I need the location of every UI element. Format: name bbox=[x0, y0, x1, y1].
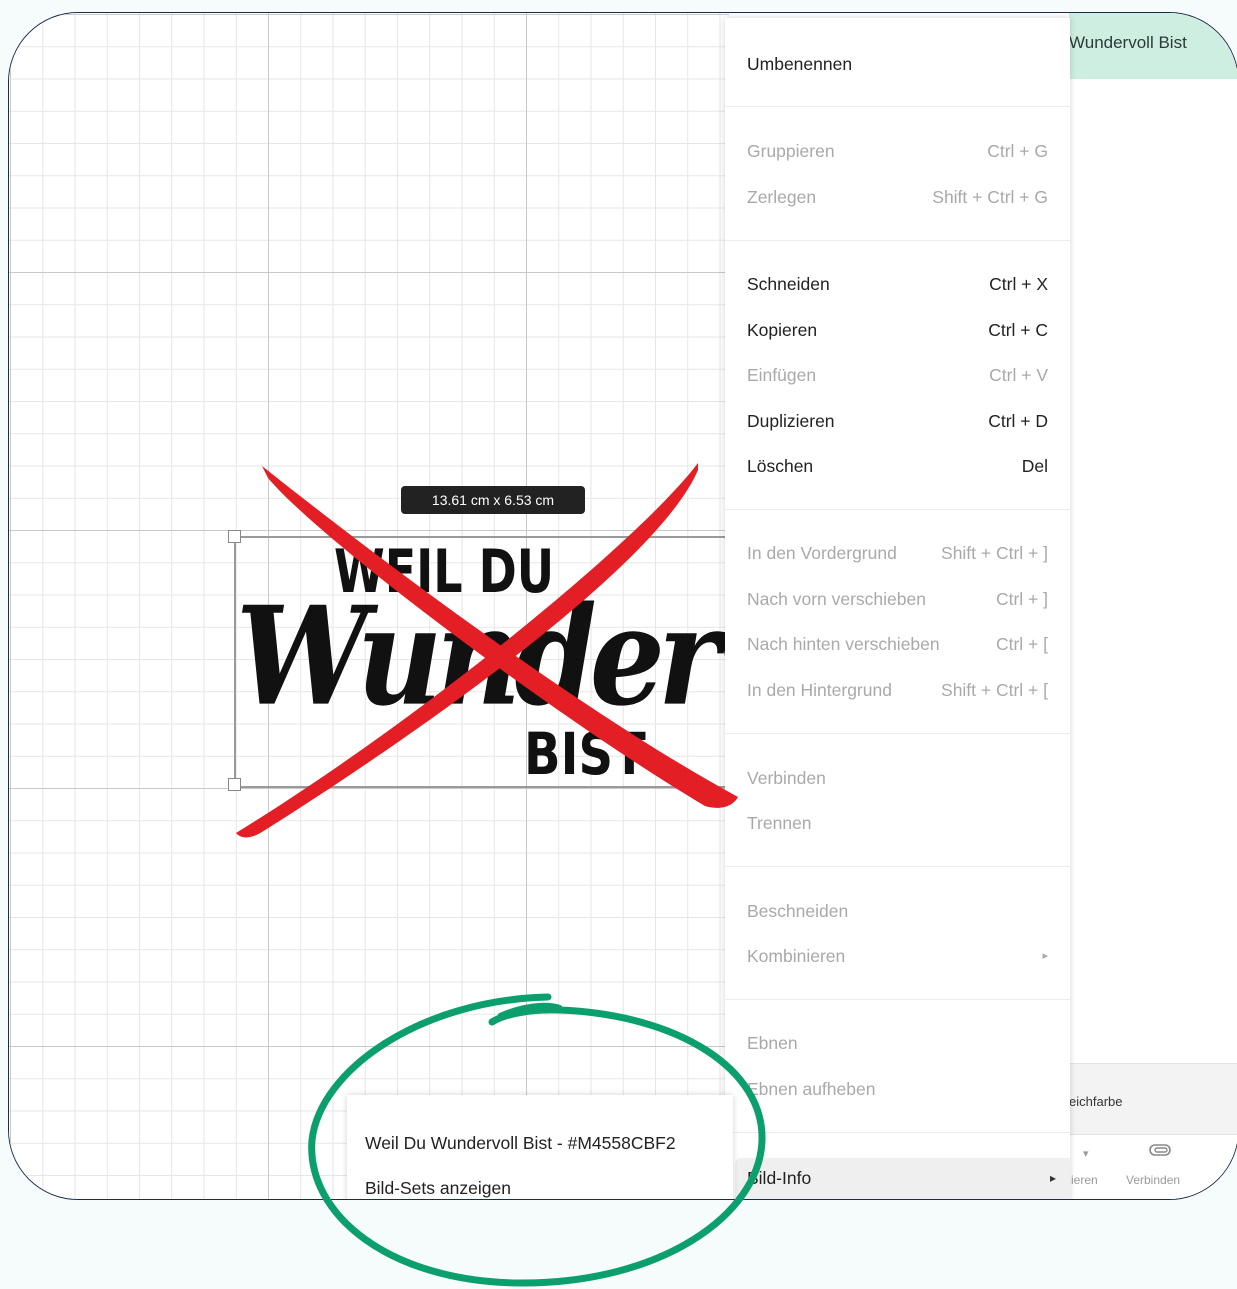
menu-divider bbox=[725, 999, 1070, 1000]
app-window: 13.61 cm x 6.53 cm WEIL DU Wundervoll BI… bbox=[8, 12, 1237, 1200]
layers-panel: Wundervoll Bist eichfarbe ▾ ieren Verbin… bbox=[1069, 13, 1237, 1199]
menu-divider bbox=[725, 106, 1070, 107]
menu-item-shortcut: Ctrl + [ bbox=[995, 634, 1048, 654]
chevron-right-icon: ▸ bbox=[1042, 950, 1048, 962]
menu-item-label: Kopieren bbox=[747, 320, 818, 340]
design-line-bottom: BIST bbox=[524, 721, 646, 784]
menu-item-shortcut: Shift + Ctrl + [ bbox=[941, 680, 1048, 700]
menu-item-ebnen-aufheben[interactable]: Ebnen aufheben bbox=[747, 1074, 1048, 1104]
size-tooltip: 13.61 cm x 6.53 cm bbox=[401, 486, 585, 514]
menu-item-shortcut: Del bbox=[1021, 456, 1048, 476]
menu-item-label: Schneiden bbox=[747, 274, 830, 294]
menu-divider bbox=[725, 240, 1070, 241]
context-menu: Umbenennen Gruppieren Ctrl + G Zerlegen Sh… bbox=[725, 18, 1070, 1199]
menu-item-shortcut: Ctrl + G bbox=[987, 141, 1048, 161]
menu-item-beschneiden[interactable]: Beschneiden bbox=[747, 896, 1048, 926]
menu-item-label: Kombinieren bbox=[747, 946, 846, 966]
menu-item-label: Umbenennen bbox=[747, 54, 853, 74]
chevron-down-icon[interactable]: ▾ bbox=[1083, 1147, 1089, 1160]
menu-item-hintergrund[interactable]: In den Hintergrund Shift + Ctrl + [ bbox=[747, 675, 1048, 705]
menu-item-label: Duplizieren bbox=[747, 411, 835, 431]
menu-item-verbinden[interactable]: Verbinden bbox=[747, 763, 1048, 793]
menu-divider bbox=[725, 866, 1070, 867]
design-image[interactable]: WEIL DU Wundervoll BIST bbox=[234, 536, 729, 784]
menu-item-schneiden[interactable]: Schneiden Ctrl + X bbox=[747, 269, 1048, 299]
menu-item-shortcut: Ctrl + ] bbox=[995, 589, 1048, 609]
menu-item-kopieren[interactable]: Kopieren Ctrl + C bbox=[747, 315, 1048, 345]
menu-item-zerlegen[interactable]: Zerlegen Shift + Ctrl + G bbox=[747, 182, 1048, 212]
menu-item-ebnen[interactable]: Ebnen bbox=[747, 1028, 1048, 1058]
menu-item-shortcut: Ctrl + D bbox=[988, 411, 1048, 431]
panel-footer: eichfarbe ▾ ieren Verbinden bbox=[1069, 1063, 1237, 1199]
menu-item-einfuegen[interactable]: Einfügen Ctrl + V bbox=[747, 360, 1048, 390]
bild-info-submenu: Weil Du Wundervoll Bist - #M4558CBF2 Bil… bbox=[347, 1095, 733, 1199]
menu-divider bbox=[725, 733, 1070, 734]
menu-item-label: Löschen bbox=[747, 456, 814, 476]
attach-icon[interactable] bbox=[1149, 1143, 1171, 1160]
menu-item-shortcut: Ctrl + C bbox=[988, 320, 1048, 340]
menu-item-umbenennen[interactable]: Umbenennen bbox=[747, 49, 1048, 79]
menu-item-loeschen[interactable]: Löschen Del bbox=[747, 451, 1048, 481]
menu-divider bbox=[725, 1132, 1070, 1133]
menu-item-nach-hinten[interactable]: Nach hinten verschieben Ctrl + [ bbox=[747, 629, 1048, 659]
menu-item-label: Nach vorn verschieben bbox=[747, 589, 926, 609]
design-line-main: Wundervoll bbox=[236, 576, 729, 736]
menu-item-label: Bild-Info bbox=[747, 1168, 812, 1188]
menu-item-label: Zerlegen bbox=[747, 187, 817, 207]
fill-color-label: eichfarbe bbox=[1069, 1094, 1123, 1109]
tool-label-ieren[interactable]: ieren bbox=[1071, 1173, 1098, 1187]
menu-item-nach-vorn[interactable]: Nach vorn verschieben Ctrl + ] bbox=[747, 584, 1048, 614]
chevron-right-icon: ▸ bbox=[1049, 1171, 1056, 1185]
menu-item-label: Beschneiden bbox=[747, 901, 849, 921]
menu-item-gruppieren[interactable]: Gruppieren Ctrl + G bbox=[747, 136, 1048, 166]
menu-divider bbox=[725, 509, 1070, 510]
layer-header[interactable]: Wundervoll Bist bbox=[1069, 13, 1237, 79]
layer-title: Wundervoll Bist bbox=[1069, 33, 1187, 52]
menu-item-label: In den Vordergrund bbox=[747, 543, 897, 563]
menu-item-label: Einfügen bbox=[747, 365, 817, 385]
menu-item-bild-info[interactable]: Bild-Info ▸ bbox=[735, 1158, 1070, 1199]
submenu-item-image-name[interactable]: Weil Du Wundervoll Bist - #M4558CBF2 bbox=[365, 1133, 676, 1154]
menu-item-label: Gruppieren bbox=[747, 141, 835, 161]
menu-item-duplizieren[interactable]: Duplizieren Ctrl + D bbox=[747, 406, 1048, 436]
menu-item-label: Trennen bbox=[747, 813, 812, 833]
menu-item-shortcut: Ctrl + X bbox=[989, 274, 1048, 294]
menu-item-trennen[interactable]: Trennen bbox=[747, 808, 1048, 838]
menu-item-vordergrund[interactable]: In den Vordergrund Shift + Ctrl + ] bbox=[747, 538, 1048, 568]
menu-item-label: Verbinden bbox=[747, 768, 826, 788]
submenu-item-bild-sets[interactable]: Bild-Sets anzeigen bbox=[365, 1178, 511, 1199]
panel-toolbar: ▾ ieren Verbinden bbox=[1069, 1134, 1237, 1199]
menu-item-shortcut: Shift + Ctrl + G bbox=[932, 187, 1048, 207]
menu-item-shortcut: Shift + Ctrl + ] bbox=[941, 543, 1048, 563]
menu-item-label: Ebnen aufheben bbox=[747, 1079, 876, 1099]
menu-item-label: In den Hintergrund bbox=[747, 680, 892, 700]
menu-item-label: Ebnen bbox=[747, 1033, 798, 1053]
menu-item-kombinieren[interactable]: Kombinieren ▸ bbox=[747, 941, 1048, 971]
menu-item-shortcut: Ctrl + V bbox=[989, 365, 1048, 385]
tool-label-verbinden[interactable]: Verbinden bbox=[1126, 1173, 1180, 1187]
menu-item-label: Nach hinten verschieben bbox=[747, 634, 940, 654]
